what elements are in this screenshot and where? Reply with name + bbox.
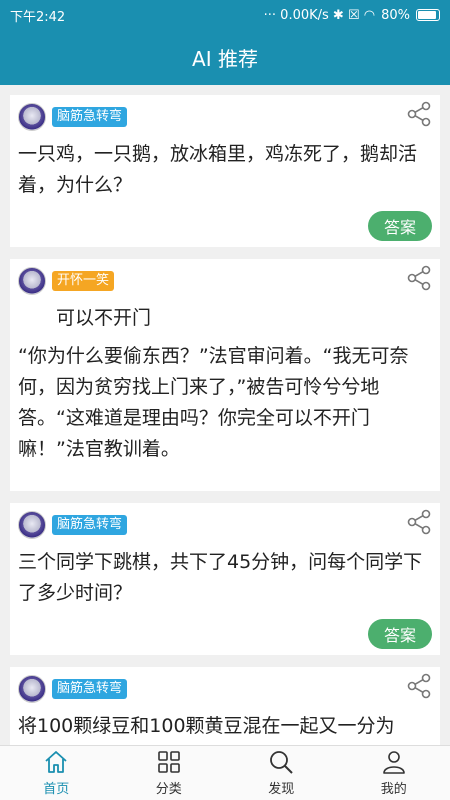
tab-mine[interactable]: 我的 (338, 746, 450, 800)
card-text[interactable]: 一只鸡，一只鹅，放冰箱里，鸡冻死了，鹅却活着，为什么？ (18, 139, 432, 201)
avatar (18, 511, 46, 539)
home-icon (45, 751, 67, 773)
share-icon[interactable] (406, 509, 432, 535)
card-text[interactable]: “你为什么要偷东西？”法官审问着。“我无可奈何，因为贫穷找上门来了，”被告可怜兮… (18, 341, 432, 465)
bottom-tab-bar: 首页 分类 发现 我的 (0, 745, 450, 800)
category-tag[interactable]: 脑筋急转弯 (52, 515, 128, 535)
tab-category[interactable]: 分类 (113, 746, 226, 800)
app-header: AI 推荐 (0, 30, 450, 85)
category-tag[interactable]: 脑筋急转弯 (52, 679, 128, 699)
status-bar: 下午2:42 ··· 0.00K/s ✱ ☒ ◠ 80% (0, 0, 450, 30)
battery-icon (416, 9, 440, 21)
category-tag[interactable]: 脑筋急转弯 (52, 107, 128, 127)
status-indicators: ··· 0.00K/s ✱ ☒ ◠ (263, 7, 376, 23)
answer-button[interactable]: 答案 (368, 619, 432, 649)
feed-card[interactable]: 开怀一笑 可以不开门 “你为什么要偷东西？”法官审问着。“我无可奈何，因为贫穷找… (10, 259, 440, 491)
tab-discover[interactable]: 发现 (225, 746, 338, 800)
feed-card[interactable]: 脑筋急转弯 三个同学下跳棋，共下了45分钟，问每个同学下了多少时间？ 答案 (10, 503, 440, 655)
status-time: 下午2:42 (10, 9, 66, 25)
tab-label: 我的 (380, 782, 407, 797)
tab-label: 发现 (268, 782, 295, 797)
page-title: AI 推荐 (192, 47, 258, 71)
share-icon[interactable] (406, 101, 432, 127)
avatar (18, 675, 46, 703)
share-icon[interactable] (406, 265, 432, 291)
card-text[interactable]: 三个同学下跳棋，共下了45分钟，问每个同学下了多少时间？ (18, 547, 432, 609)
tab-home[interactable]: 首页 (0, 746, 113, 800)
category-tag[interactable]: 开怀一笑 (52, 271, 115, 291)
feed-card[interactable]: 脑筋急转弯 一只鸡，一只鹅，放冰箱里，鸡冻死了，鹅却活着，为什么？ 答案 (10, 95, 440, 247)
avatar (18, 267, 46, 295)
feed-card[interactable]: 脑筋急转弯 将100颗绿豆和100颗黄豆混在一起又一分为 (10, 667, 440, 745)
avatar (18, 103, 46, 131)
tab-label: 首页 (43, 782, 70, 797)
answer-button[interactable]: 答案 (368, 211, 432, 241)
tab-label: 分类 (155, 782, 182, 797)
feed-list[interactable]: 脑筋急转弯 一只鸡，一只鹅，放冰箱里，鸡冻死了，鹅却活着，为什么？ 答案 开怀一… (0, 85, 450, 745)
battery-percent: 80% (381, 7, 410, 23)
grid-icon (157, 751, 180, 773)
share-icon[interactable] (406, 673, 432, 699)
card-text[interactable]: 将100颗绿豆和100颗黄豆混在一起又一分为 (18, 711, 432, 742)
joke-title[interactable]: 可以不开门 (56, 303, 432, 334)
search-icon (270, 751, 293, 774)
person-icon (382, 751, 405, 774)
